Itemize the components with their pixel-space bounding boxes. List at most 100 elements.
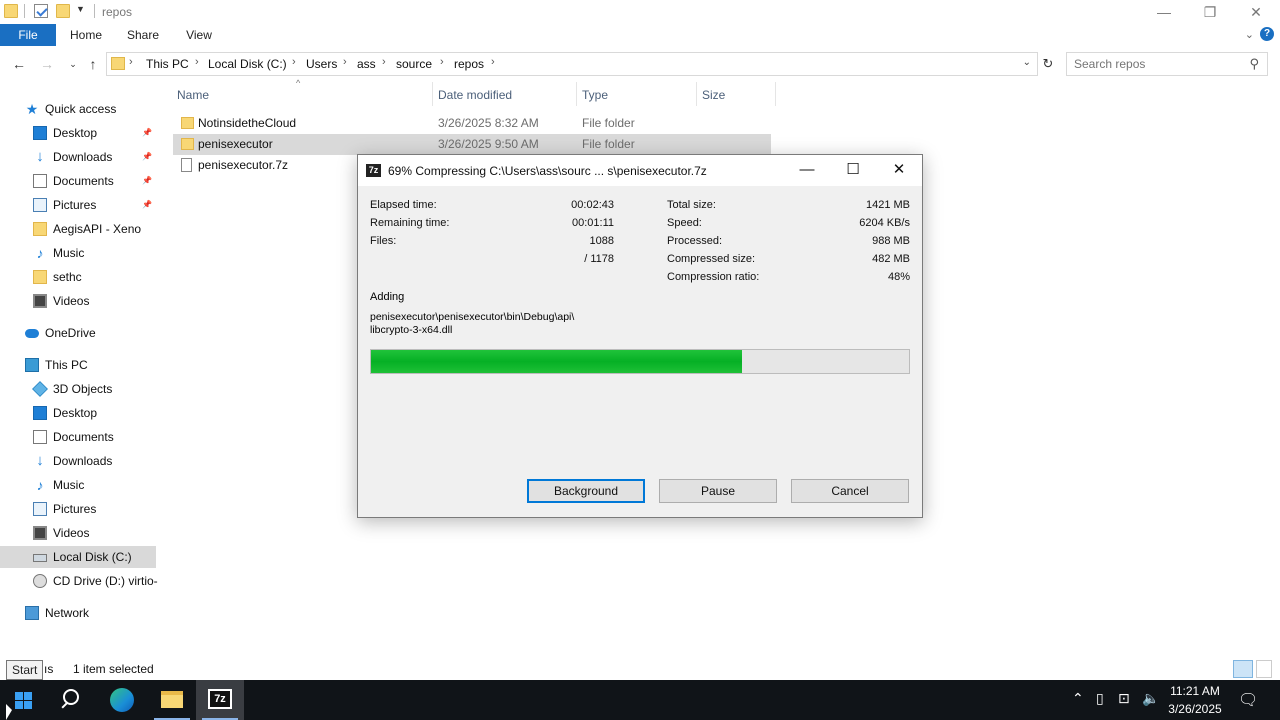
tab-share[interactable]: Share (118, 24, 168, 46)
file-name: penisexecutor (198, 137, 273, 151)
computer-icon (25, 358, 39, 372)
sidebar-item-downloads[interactable]: ↓ Downloads (0, 450, 156, 472)
sidebar-item-documents[interactable]: Documents 📌 (0, 170, 156, 192)
chevron-right-icon[interactable]: › (440, 56, 444, 68)
sidebar-item-documents[interactable]: Documents (0, 426, 156, 448)
expand-ribbon-icon[interactable]: ⌄ (1245, 28, 1254, 41)
volume-muted-icon[interactable]: 🔈 (1142, 690, 1159, 707)
notifications-icon[interactable]: 🗨 (1238, 690, 1258, 710)
adding-label: Adding (370, 291, 405, 303)
column-header-date-modified[interactable]: Date modified (438, 88, 512, 102)
large-icons-view-icon[interactable] (1256, 660, 1272, 678)
address-bar[interactable]: › This PC › Local Disk (C:) › Users › as… (106, 52, 1038, 76)
new-folder-icon[interactable] (56, 4, 70, 18)
restore-button[interactable]: ❐ (1187, 2, 1233, 22)
sidebar-item-quick-access[interactable]: ★ Quick access (0, 98, 156, 120)
column-divider[interactable] (696, 82, 697, 106)
chevron-right-icon[interactable]: › (292, 56, 296, 68)
recent-locations-icon[interactable]: ⌄ (64, 54, 82, 74)
sidebar-item-pictures[interactable]: Pictures (0, 498, 156, 520)
file-row[interactable]: penisexecutor.7z (173, 155, 357, 176)
edge-button[interactable] (98, 680, 146, 720)
column-header-name[interactable]: Name (177, 88, 209, 102)
chevron-down-icon[interactable]: ⌄ (1023, 57, 1031, 68)
sidebar-item-music[interactable]: ♪ Music (0, 242, 156, 264)
sidebar-item-label: CD Drive (D:) virtio- (53, 574, 158, 588)
breadcrumb-local-disk[interactable]: Local Disk (C:) (208, 57, 287, 71)
tab-file[interactable]: File (0, 24, 56, 46)
chevron-right-icon[interactable]: › (195, 56, 199, 68)
breadcrumb-ass[interactable]: ass (357, 57, 376, 71)
device-icon[interactable]: ▯ (1096, 690, 1104, 707)
sidebar-item-videos[interactable]: Videos (0, 522, 156, 544)
sidebar-item-pictures[interactable]: Pictures 📌 (0, 194, 156, 216)
clock-time[interactable]: 11:21 AM (1164, 684, 1226, 698)
breadcrumb-users[interactable]: Users (306, 57, 337, 71)
refresh-button[interactable]: ↻ (1039, 54, 1057, 74)
pause-button[interactable]: Pause (659, 479, 777, 503)
breadcrumb-this-pc[interactable]: This PC (146, 57, 189, 71)
dialog-title: 69% Compressing C:\Users\ass\sourc ... s… (388, 164, 707, 178)
cancel-button[interactable]: Cancel (791, 479, 909, 503)
sidebar-item-downloads[interactable]: ↓ Downloads 📌 (0, 146, 156, 168)
details-view-icon[interactable] (1233, 660, 1253, 678)
music-icon: ♪ (36, 245, 44, 261)
close-button[interactable]: ✕ (876, 155, 922, 186)
back-button[interactable]: ← (10, 54, 28, 74)
show-hidden-icons-icon[interactable]: ⌃ (1072, 690, 1084, 707)
elapsed-time-label: Elapsed time: (370, 199, 437, 211)
minimize-button[interactable]: — (1141, 2, 1187, 22)
network-icon[interactable]: ⊡ (1118, 690, 1130, 707)
background-button[interactable]: Background (527, 479, 645, 503)
close-button[interactable]: ✕ (1233, 2, 1279, 22)
chevron-right-icon[interactable]: › (491, 56, 495, 68)
column-divider[interactable] (775, 82, 776, 106)
desktop-icon (33, 126, 47, 140)
sidebar-item-videos[interactable]: Videos (0, 290, 156, 312)
sidebar-item-music[interactable]: ♪ Music (0, 474, 156, 496)
sidebar-item-aegisapi-xeno[interactable]: AegisAPI - Xeno (0, 218, 156, 240)
column-header-type[interactable]: Type (582, 88, 608, 102)
sidebar-item-this-pc[interactable]: This PC (0, 354, 156, 376)
properties-icon[interactable] (34, 4, 48, 18)
sidebar-item-onedrive[interactable]: OneDrive (0, 322, 156, 344)
sidebar-item-label: Network (45, 606, 90, 620)
search-button[interactable] (48, 680, 96, 720)
file-type: File folder (582, 116, 635, 130)
breadcrumb-source[interactable]: source (396, 57, 432, 71)
sidebar-item-cd-drive-d-virtio[interactable]: CD Drive (D:) virtio- (0, 570, 158, 592)
up-button[interactable]: ↑ (84, 54, 102, 74)
sort-ascending-icon: ^ (296, 78, 301, 88)
folder-icon (181, 117, 194, 129)
column-divider[interactable] (576, 82, 577, 106)
breadcrumb-repos[interactable]: repos (454, 57, 484, 71)
forward-button[interactable]: → (38, 54, 56, 74)
sidebar-item-sethc[interactable]: sethc (0, 266, 156, 288)
sidebar-item-desktop[interactable]: Desktop 📌 (0, 122, 156, 144)
sidebar-item-3d-objects[interactable]: 3D Objects (0, 378, 156, 400)
file-explorer-button[interactable] (148, 680, 196, 720)
clock-date[interactable]: 3/26/2025 (1164, 702, 1226, 716)
sidebar-item-local-disk-c[interactable]: Local Disk (C:) (0, 546, 156, 568)
search-icon[interactable]: ⚲ (1249, 56, 1259, 72)
videos-icon (33, 294, 47, 308)
sidebar-item-label: Downloads (53, 454, 113, 468)
7zip-taskbar-button[interactable]: 7z (196, 680, 244, 720)
chevron-right-icon[interactable]: › (343, 56, 347, 68)
maximize-button[interactable]: ☐ (830, 155, 876, 186)
column-header-size[interactable]: Size (702, 88, 725, 102)
chevron-right-icon[interactable]: › (129, 56, 133, 68)
sidebar-item-network[interactable]: Network (0, 602, 156, 624)
sidebar-item-desktop[interactable]: Desktop (0, 402, 156, 424)
file-row[interactable]: NotinsidetheCloud 3/26/2025 8:32 AM File… (173, 113, 771, 134)
help-icon[interactable]: ? (1260, 27, 1274, 41)
tab-view[interactable]: View (176, 24, 222, 46)
tab-home[interactable]: Home (60, 24, 112, 46)
column-divider[interactable] (432, 82, 433, 106)
customize-toolbar-icon[interactable]: ▼ (76, 4, 85, 14)
search-box[interactable]: ⚲ (1066, 52, 1268, 76)
minimize-button[interactable]: — (784, 155, 830, 186)
file-row[interactable]: penisexecutor 3/26/2025 9:50 AM File fol… (173, 134, 771, 155)
search-input[interactable] (1067, 53, 1237, 75)
chevron-right-icon[interactable]: › (382, 56, 386, 68)
